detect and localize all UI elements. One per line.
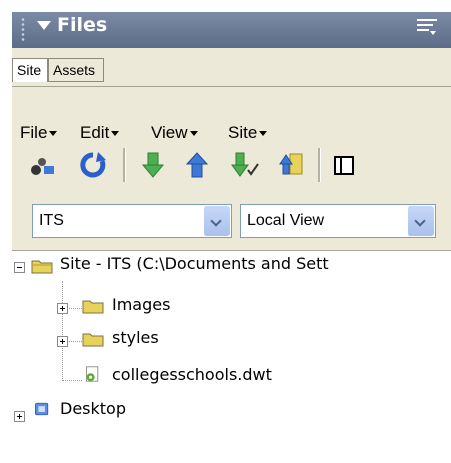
expand-icon[interactable] [330,150,360,180]
expand-toggle[interactable] [57,303,68,314]
check-in-icon[interactable] [276,150,306,180]
folder-open-icon [31,260,53,274]
view-select-value: Local View [247,212,325,229]
menu-file-label: File [20,123,48,142]
get-files-icon[interactable] [138,150,168,180]
view-select[interactable]: Local View [240,204,436,238]
options-menu-icon[interactable] [417,18,437,36]
tab-assets[interactable]: Assets [48,58,104,82]
put-files-icon[interactable] [182,150,212,180]
collapse-toggle[interactable] [14,262,25,273]
tree-item[interactable]: collegesschools.dwt [112,365,272,384]
file-tree: Site - ITS (C:\Documents and Sett Images… [12,250,451,463]
expand-toggle[interactable] [57,336,68,347]
toolbar-separator [123,148,126,182]
toolbar-separator [318,148,321,182]
menu-view-label: View [151,123,188,142]
tree-connector [62,281,64,381]
site-select[interactable]: ITS [32,204,232,238]
menu-site[interactable]: Site [228,123,268,143]
chevron-down-icon[interactable] [203,206,230,236]
menu-edit[interactable]: Edit [80,123,120,143]
template-file-icon [86,366,99,382]
divider [12,86,451,87]
folder-icon [82,333,104,347]
menu-view[interactable]: View [151,123,198,143]
tab-site[interactable]: Site [12,58,48,82]
collapse-triangle-icon[interactable] [37,21,51,30]
refresh-icon[interactable] [78,150,108,180]
desktop-icon [35,402,49,416]
check-out-icon[interactable] [230,150,260,180]
menu-edit-label: Edit [80,123,110,142]
tree-item-desktop[interactable]: Desktop [60,399,126,418]
menu-site-label: Site [228,123,258,142]
panel-title: Files [57,14,108,36]
tree-item[interactable]: styles [112,328,159,347]
menu-file[interactable]: File [20,123,58,143]
folder-icon [82,300,104,314]
expand-toggle[interactable] [14,411,25,422]
connect-icon[interactable] [28,150,58,180]
chevron-down-icon[interactable] [407,206,434,236]
site-select-value: ITS [39,212,64,229]
tree-connector [62,380,82,382]
tree-root-label[interactable]: Site - ITS (C:\Documents and Sett [60,254,329,273]
tree-item[interactable]: Images [112,295,170,314]
